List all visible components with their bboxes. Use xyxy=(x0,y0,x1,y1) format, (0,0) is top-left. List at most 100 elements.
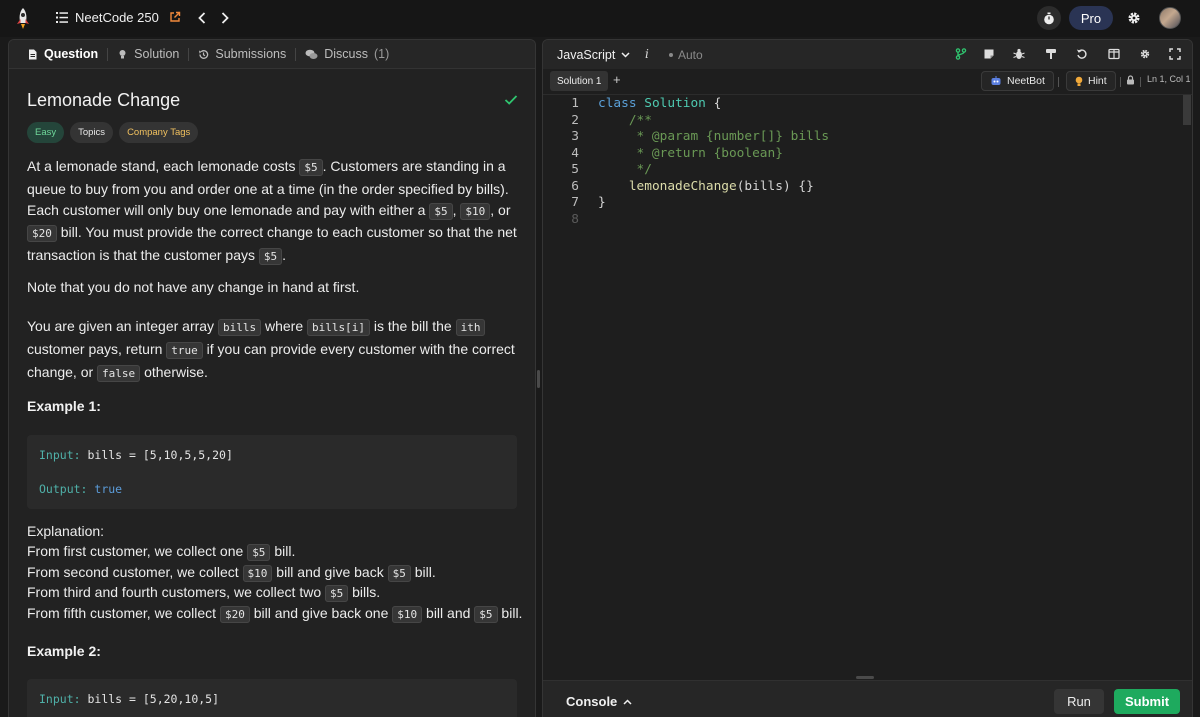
text: bills. xyxy=(348,584,381,600)
inline-code: $5 xyxy=(429,202,453,220)
example-1-output: Output: true xyxy=(39,482,122,496)
autosave-status: Auto xyxy=(669,48,703,62)
example-2-input: Input: bills = [5,20,10,5] xyxy=(39,692,219,706)
add-solution-button[interactable]: + xyxy=(613,72,621,87)
text: otherwise. xyxy=(140,363,208,380)
line-number: 1 xyxy=(571,96,579,111)
external-link-icon[interactable] xyxy=(169,11,181,23)
lightbulb-icon xyxy=(1075,76,1083,86)
keyword: class xyxy=(598,96,637,111)
line-number: 6 xyxy=(571,178,579,194)
editor-panel: JavaScript i Auto Solution 1 + NeetBot H… xyxy=(542,39,1193,717)
output-label: Output: xyxy=(39,482,88,496)
inline-code: true xyxy=(166,341,203,359)
user-avatar[interactable] xyxy=(1159,7,1181,29)
console-label: Console xyxy=(566,694,618,709)
example-2-codeblock: Input: bills = [5,20,10,5] xyxy=(27,679,517,717)
problem-description: Lemonade Change Easy Topics Company Tags… xyxy=(9,69,535,717)
output-value: true xyxy=(94,482,123,496)
text: bill. xyxy=(270,543,296,559)
panel-resize-handle[interactable] xyxy=(537,370,540,388)
text: , or xyxy=(490,201,511,218)
pro-button[interactable]: Pro xyxy=(1069,6,1113,30)
problem-panel: Question Solution Submissions Discuss (1… xyxy=(8,39,536,717)
editor-scrollbar[interactable] xyxy=(1183,95,1191,125)
tab-submissions[interactable]: Submissions xyxy=(189,40,295,69)
note-icon[interactable] xyxy=(983,48,995,60)
text: At a lemonade stand, each lemonade costs xyxy=(27,158,300,174)
text: From fifth customer, we collect xyxy=(27,605,220,621)
submit-button[interactable]: Submit xyxy=(1114,689,1180,714)
text: customer pays, return xyxy=(27,340,167,357)
function-name: lemonadeChange xyxy=(628,178,737,194)
task-paragraph: You are given an integer array bills whe… xyxy=(27,316,519,384)
text: From second customer, we collect xyxy=(27,564,243,580)
inline-code: $5 xyxy=(474,606,498,623)
code-line: lemonadeChange(bills) {} xyxy=(598,179,814,194)
rocket-logo-icon[interactable] xyxy=(12,7,34,31)
tab-solution[interactable]: Solution xyxy=(108,40,188,69)
fullscreen-icon[interactable] xyxy=(1169,48,1181,60)
neetbot-label: NeetBot xyxy=(1007,75,1045,87)
lock-icon[interactable] xyxy=(1126,75,1135,85)
example-1-input: Input: bills = [5,10,5,5,20] xyxy=(39,448,233,462)
info-icon[interactable]: i xyxy=(645,47,649,61)
hint-button[interactable]: Hint xyxy=(1066,71,1116,91)
example-2-heading: Example 2: xyxy=(27,643,101,659)
tab-solution-label: Solution xyxy=(134,47,180,61)
topics-tag-button[interactable]: Topics xyxy=(70,122,114,143)
editor-settings-icon[interactable] xyxy=(1139,48,1151,60)
previous-problem-button[interactable] xyxy=(195,9,209,27)
line-number: 4 xyxy=(571,145,579,161)
next-problem-button[interactable] xyxy=(218,9,232,27)
inline-code: false xyxy=(97,364,141,382)
divider xyxy=(1140,77,1141,87)
explanation-line: From second customer, we collect $10 bil… xyxy=(27,564,436,582)
line-number: 2 xyxy=(571,112,579,128)
code-line: class Solution { xyxy=(598,96,721,111)
language-label: JavaScript xyxy=(557,48,616,62)
reset-icon[interactable] xyxy=(1076,48,1088,60)
neetbot-button[interactable]: NeetBot xyxy=(981,71,1054,91)
bug-icon[interactable] xyxy=(1013,48,1025,60)
code-line: * @return {boolean} xyxy=(598,145,783,161)
description-paragraph: At a lemonade stand, each lemonade costs… xyxy=(27,156,519,268)
text: bill and xyxy=(422,605,475,621)
parameter: bills xyxy=(744,178,783,194)
inline-code: $10 xyxy=(242,565,273,582)
text: is the bill the xyxy=(369,318,456,334)
editor-footer: Console Run Submit xyxy=(543,680,1192,717)
settings-gear-icon[interactable] xyxy=(1126,10,1142,26)
problem-list-button[interactable]: NeetCode 250 xyxy=(56,10,159,25)
solution-tab[interactable]: Solution 1 xyxy=(550,71,609,91)
problem-tags: Easy Topics Company Tags xyxy=(27,122,199,143)
text: where xyxy=(261,318,307,334)
company-tags-button[interactable]: Company Tags xyxy=(119,122,199,143)
chevron-down-icon xyxy=(621,52,630,58)
inline-code: bills[i] xyxy=(307,319,370,336)
inline-code: ith xyxy=(455,319,486,336)
code-editor[interactable]: 1 2 3 4 5 6 7 8 class Solution { /** * @… xyxy=(543,95,1192,680)
layout-icon[interactable] xyxy=(1108,48,1120,60)
language-select[interactable]: JavaScript xyxy=(557,48,630,62)
input-label: Input: xyxy=(39,448,81,462)
branch-icon[interactable] xyxy=(955,48,967,60)
tab-submissions-label: Submissions xyxy=(215,47,287,61)
tab-discuss[interactable]: Discuss (1) xyxy=(296,40,398,69)
tab-question[interactable]: Question xyxy=(18,40,107,69)
divider xyxy=(1058,77,1059,87)
cursor-position: Ln 1, Col 1 xyxy=(1147,74,1191,84)
line-number: 7 xyxy=(571,195,579,210)
run-button[interactable]: Run xyxy=(1054,689,1104,714)
chat-bubbles-icon xyxy=(305,49,318,59)
robot-icon xyxy=(991,76,1001,85)
console-resize-handle[interactable] xyxy=(856,676,874,679)
autosave-label: Auto xyxy=(678,48,703,62)
history-icon xyxy=(199,49,209,59)
format-brush-icon[interactable] xyxy=(1045,48,1057,60)
text: bill and give back one xyxy=(249,605,393,621)
lightbulb-icon xyxy=(119,49,126,58)
line-number: 8 xyxy=(571,211,579,227)
timer-button[interactable] xyxy=(1037,6,1061,30)
console-toggle-button[interactable]: Console xyxy=(566,694,632,709)
